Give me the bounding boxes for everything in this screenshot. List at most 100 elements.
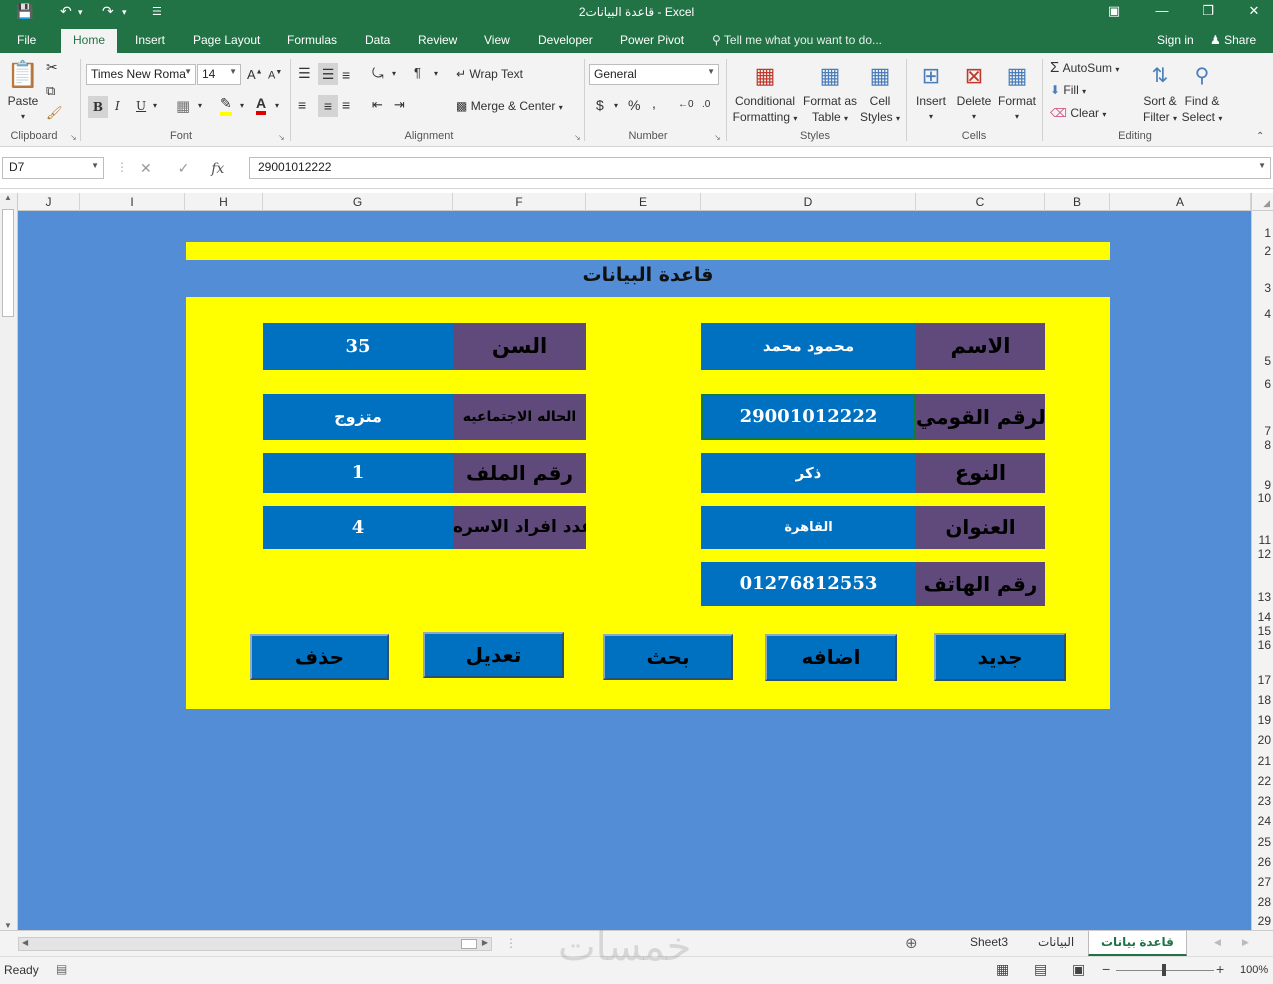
column-header-d[interactable]: D: [701, 193, 916, 211]
delete-cells-button[interactable]: ⊠ Delete ▾: [952, 59, 996, 125]
sheet-tab-data[interactable]: البيانات: [1038, 935, 1074, 949]
row-header[interactable]: 29: [1258, 914, 1271, 928]
national-id-field[interactable]: 29001012222: [701, 394, 916, 440]
percent-button[interactable]: %: [628, 97, 640, 113]
page-layout-view-icon[interactable]: ▤: [1034, 961, 1047, 978]
delete-button[interactable]: حذف: [250, 634, 389, 680]
previous-sheet-icon[interactable]: ◀: [1214, 937, 1221, 948]
chevron-down-icon[interactable]: ▾: [153, 101, 157, 110]
row-header[interactable]: 25: [1258, 835, 1271, 849]
dialog-launcher-icon[interactable]: ↘: [714, 133, 721, 142]
row-header[interactable]: 18: [1258, 693, 1271, 707]
orientation-icon[interactable]: ⤿: [372, 65, 384, 82]
row-header[interactable]: 11: [1259, 533, 1271, 547]
file-number-field[interactable]: 1: [263, 453, 453, 493]
sheet-tab-sheet3[interactable]: Sheet3: [970, 935, 1008, 949]
find-select-button[interactable]: ⚲ Find & Select ▾: [1180, 59, 1224, 127]
minimize-icon[interactable]: —: [1152, 3, 1172, 18]
cut-icon[interactable]: ✂: [46, 59, 58, 76]
bold-button[interactable]: B: [88, 96, 108, 118]
tab-developer[interactable]: Developer: [538, 33, 593, 47]
clear-button[interactable]: ⌫ Clear ▾: [1050, 106, 1106, 120]
row-header[interactable]: 21: [1258, 754, 1271, 768]
row-header[interactable]: 3: [1264, 281, 1271, 295]
tab-review[interactable]: Review: [418, 33, 457, 47]
scroll-up-icon[interactable]: ▲: [4, 193, 12, 202]
expand-formula-icon[interactable]: ▼: [1258, 161, 1266, 170]
add-button[interactable]: اضافه: [765, 634, 897, 681]
scroll-down-icon[interactable]: ▼: [4, 921, 12, 930]
align-middle-icon[interactable]: ☰: [318, 63, 338, 85]
fill-button[interactable]: ⬇ Fill ▾: [1050, 83, 1086, 97]
column-header-e[interactable]: E: [586, 193, 701, 211]
row-header[interactable]: 13: [1258, 590, 1271, 604]
row-header[interactable]: 26: [1258, 855, 1271, 869]
new-sheet-icon[interactable]: ⊕: [905, 934, 918, 952]
column-header-i[interactable]: I: [80, 193, 185, 211]
tab-home[interactable]: Home: [61, 29, 118, 53]
restore-icon[interactable]: ❐: [1198, 3, 1218, 19]
align-right-icon[interactable]: ≡: [342, 97, 350, 113]
cell-styles-button[interactable]: ▦ Cell Styles ▾: [858, 59, 902, 127]
zoom-out-icon[interactable]: −: [1102, 961, 1110, 977]
autosum-button[interactable]: Σ AutoSum ▾: [1050, 59, 1119, 76]
copy-icon[interactable]: ⧉: [46, 83, 55, 99]
gender-field[interactable]: ذكر: [701, 453, 916, 493]
row-header[interactable]: 2: [1264, 244, 1271, 258]
chevron-down-icon[interactable]: ▾: [240, 101, 244, 110]
chevron-down-icon[interactable]: ▾: [392, 69, 396, 78]
align-bottom-icon[interactable]: ≡: [342, 67, 350, 83]
format-cells-button[interactable]: ▦ Format ▾: [996, 59, 1038, 125]
increase-font-icon[interactable]: A▲: [247, 67, 263, 82]
merge-center-button[interactable]: ▩ Merge & Center ▾: [456, 99, 563, 113]
tell-me-box[interactable]: ⚲ Tell me what you want to do...: [712, 33, 882, 47]
row-header[interactable]: 6: [1264, 377, 1271, 391]
align-center-icon[interactable]: ≡: [318, 95, 338, 117]
scroll-left-icon[interactable]: ◀: [22, 938, 28, 947]
zoom-slider-thumb[interactable]: [1162, 964, 1166, 976]
conditional-formatting-button[interactable]: ▦ Conditional Formatting ▾: [730, 59, 800, 127]
address-field[interactable]: القاهرة: [701, 506, 916, 549]
enter-icon[interactable]: ✓: [178, 160, 190, 176]
search-button[interactable]: بحث: [603, 634, 733, 680]
row-header[interactable]: 9: [1264, 478, 1271, 492]
formula-input[interactable]: 29001012222 ▼: [249, 157, 1271, 179]
tab-file[interactable]: File: [17, 33, 36, 47]
format-as-table-button[interactable]: ▦ Format as Table ▾: [802, 59, 858, 127]
row-header[interactable]: 22: [1258, 774, 1271, 788]
currency-button[interactable]: $: [596, 97, 604, 113]
font-size-box[interactable]: 14 ▼: [197, 64, 241, 85]
row-header[interactable]: 27: [1258, 875, 1271, 889]
insert-cells-button[interactable]: ⊞ Insert ▾: [910, 59, 952, 125]
chevron-down-icon[interactable]: ▾: [614, 101, 618, 110]
row-header[interactable]: 4: [1264, 307, 1271, 321]
column-header-g[interactable]: G: [263, 193, 453, 211]
dialog-launcher-icon[interactable]: ↘: [574, 133, 581, 142]
align-top-icon[interactable]: ☰: [298, 65, 311, 82]
macro-record-icon[interactable]: ▤: [56, 962, 67, 976]
share-button[interactable]: ♟ Share: [1210, 33, 1256, 47]
cancel-icon[interactable]: ✕: [140, 160, 152, 176]
row-header[interactable]: 17: [1258, 673, 1271, 687]
sort-filter-button[interactable]: ⇅ Sort & Filter ▾: [1140, 59, 1180, 127]
increase-decimal-icon[interactable]: ←0: [678, 99, 694, 110]
page-break-view-icon[interactable]: ▣: [1072, 961, 1085, 978]
row-header[interactable]: 16: [1258, 638, 1271, 652]
font-color-icon[interactable]: A: [256, 95, 267, 115]
tab-splitter-icon[interactable]: ⋮: [505, 936, 517, 950]
dialog-launcher-icon[interactable]: ↘: [70, 133, 77, 142]
format-painter-icon[interactable]: 🖌: [46, 105, 63, 121]
row-header[interactable]: 19: [1258, 713, 1271, 727]
row-header[interactable]: 23: [1258, 794, 1271, 808]
sheet-tab-database[interactable]: قاعدة بيانات: [1088, 931, 1187, 956]
wrap-text-button[interactable]: ↵ Wrap Text: [456, 67, 523, 81]
row-header[interactable]: 7: [1264, 424, 1271, 438]
collapse-ribbon-icon[interactable]: ⌃: [1256, 131, 1264, 142]
name-field[interactable]: محمود محمد: [701, 323, 916, 370]
sign-in-link[interactable]: Sign in: [1157, 33, 1194, 47]
italic-button[interactable]: I: [115, 99, 120, 113]
font-name-box[interactable]: Times New Roma ▼: [86, 64, 196, 85]
vertical-scrollbar[interactable]: ▲ ▼: [0, 193, 18, 930]
decrease-indent-icon[interactable]: ⇤: [372, 97, 383, 113]
dialog-launcher-icon[interactable]: ↘: [278, 133, 285, 142]
